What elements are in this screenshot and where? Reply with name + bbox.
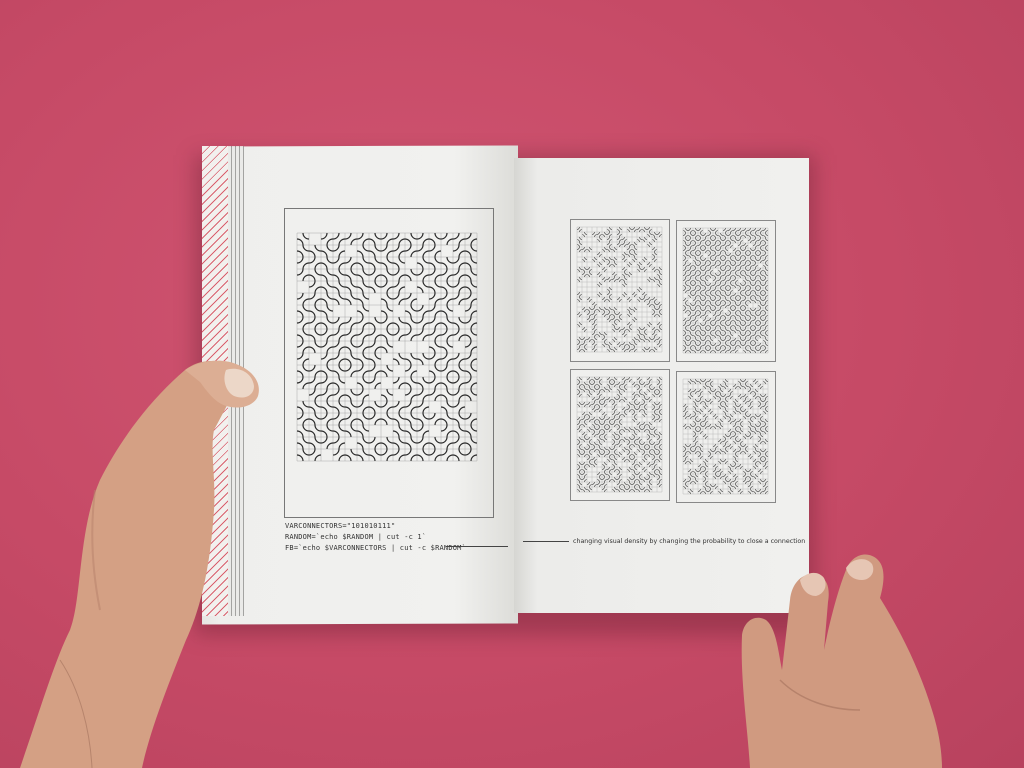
photo-scene: VARCONNECTORS="101010111" RANDOM=`echo $… — [0, 0, 1024, 768]
thumbnail-dense — [676, 220, 776, 362]
code-line-3: FB=`echo $VARCONNECTORS | cut -c $RANDOM… — [285, 544, 466, 552]
thumbnail-mixed — [676, 371, 776, 503]
left-hand — [20, 360, 259, 768]
truchet-grid-thumbnail-icon — [682, 378, 769, 495]
truchet-grid-thumbnail-icon — [576, 376, 663, 493]
truchet-grid-thumbnail-icon — [682, 227, 769, 354]
caption-pointer-line — [523, 541, 569, 542]
code-line-1: VARCONNECTORS="101010111" — [285, 522, 396, 530]
thumbnail-medium — [570, 369, 670, 501]
code-line-2: RANDOM=`echo $RANDOM | cut -c 1` — [285, 533, 427, 541]
thumbnail-sparse — [570, 219, 670, 362]
truchet-grid-thumbnail-icon — [576, 226, 663, 353]
main-illustration-frame — [284, 208, 494, 518]
truchet-grid-illustration-icon — [296, 232, 478, 462]
right-hand — [741, 554, 942, 768]
code-pointer-line — [446, 546, 508, 547]
